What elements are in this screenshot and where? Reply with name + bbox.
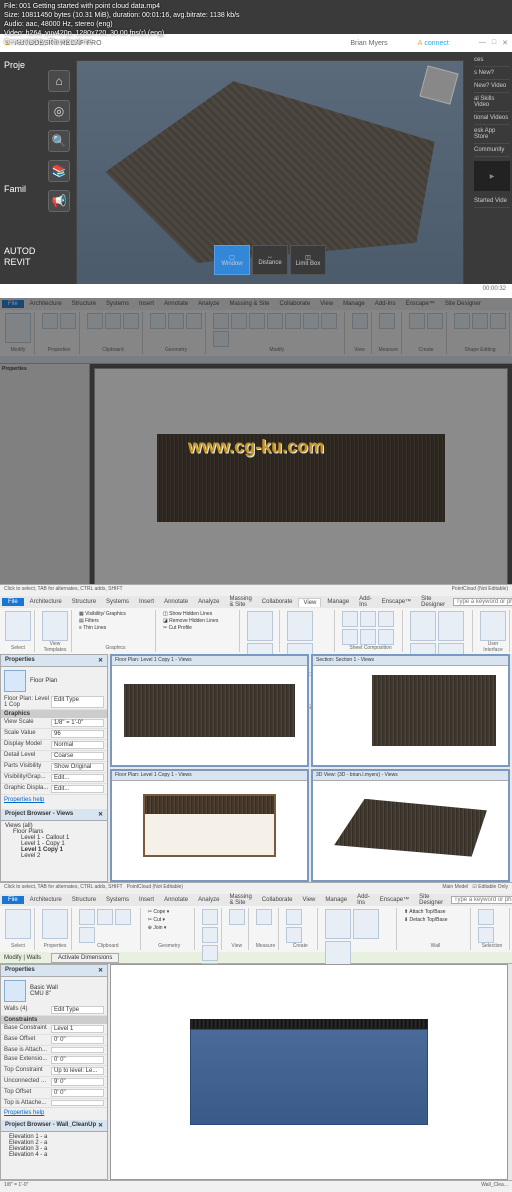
instance-select[interactable]: Walls (4) bbox=[4, 1006, 51, 1014]
layers-icon[interactable]: 📚 bbox=[48, 160, 70, 182]
remove-hidden-button[interactable]: ◪ Remove Hidden Lines bbox=[163, 618, 218, 624]
properties-help-link[interactable]: Properties help bbox=[1, 795, 107, 805]
close-icon[interactable]: ✕ bbox=[98, 1122, 103, 1129]
connect-link[interactable]: connect bbox=[424, 40, 449, 47]
distance-tool[interactable]: ↔Distance bbox=[252, 245, 288, 275]
globe-icon[interactable]: ◎ bbox=[48, 100, 70, 122]
revit-ribbon-4: Select Properties Clipboard ✂ Cope ▾ ✂ C… bbox=[0, 906, 512, 952]
file-menu[interactable]: File bbox=[2, 300, 24, 308]
recap-right-panel: ces s New? New? Video al Skills Video ti… bbox=[472, 52, 512, 312]
revit-menubar: File Architecture Structure Systems Inse… bbox=[0, 298, 512, 310]
tree-item[interactable]: Level 2 bbox=[5, 853, 103, 859]
wall-icon bbox=[4, 980, 26, 1002]
revit-elevation-canvas[interactable] bbox=[110, 964, 508, 1180]
options-bar: Modify | Walls Activate Dimensions bbox=[0, 952, 512, 964]
announce-icon[interactable]: 📢 bbox=[48, 190, 70, 212]
thin-lines-button[interactable]: ≡ Thin Lines bbox=[79, 625, 106, 631]
point-cloud-render bbox=[87, 71, 453, 273]
3d-view-button[interactable] bbox=[287, 611, 313, 641]
statusbar-4: 1/8" = 1'-0" Wall_Clea... bbox=[0, 1180, 512, 1192]
filters-button[interactable]: ▤ Filters bbox=[79, 618, 99, 624]
recap-statusbar: 00:00:32 bbox=[0, 284, 512, 298]
edit-profile-button[interactable] bbox=[325, 909, 351, 939]
reset-profile-button[interactable] bbox=[353, 909, 379, 939]
search-icon[interactable]: 🔍 bbox=[48, 130, 70, 152]
limitbox-tool[interactable]: ◫Limit Box bbox=[290, 245, 326, 275]
modify-button[interactable] bbox=[5, 909, 31, 939]
modify-button[interactable] bbox=[5, 611, 31, 641]
family-label: Famil bbox=[0, 182, 38, 196]
properties-title: Properties bbox=[5, 657, 35, 664]
attach-button[interactable]: ⬆ Attach Top/Base bbox=[404, 909, 446, 915]
close-icon[interactable]: ✕ bbox=[98, 811, 103, 818]
properties-panel-dim: Properties bbox=[0, 364, 90, 584]
viewport-grid: Floor Plan: Level 1 Copy 1 - Views Secti… bbox=[110, 654, 510, 882]
modify-button[interactable] bbox=[5, 313, 31, 343]
revit-4view-panel: File Architecture Structure Systems Inse… bbox=[0, 596, 512, 894]
close-icon[interactable]: ✕ bbox=[98, 967, 103, 974]
browser-title: Project Browser - Views bbox=[5, 811, 73, 818]
section-view[interactable]: Section: Section 1 - Views bbox=[311, 654, 510, 767]
autodesk-a-icon: A bbox=[418, 40, 423, 47]
show-hidden-button[interactable]: ◫ Show Hidden Lines bbox=[163, 611, 212, 617]
minimize-button[interactable]: — bbox=[479, 39, 486, 47]
revit-ribbon-3: Select View Templates ▦ Visibility/ Grap… bbox=[0, 608, 512, 654]
floorplan-view[interactable]: Floor Plan: Level 1 Copy 1 - Views bbox=[110, 654, 309, 767]
revit-menubar-3: File Architecture Structure Systems Inse… bbox=[0, 596, 512, 608]
properties-panel: Properties ✕ Floor Plan Floor Plan: Level… bbox=[0, 654, 108, 882]
window-tool[interactable]: ▢Window bbox=[214, 245, 250, 275]
revit-dimmed-panel: File Architecture Structure Systems Inse… bbox=[0, 298, 512, 596]
floorplan-view-2[interactable]: Floor Plan: Level 1 Copy 1 - Views bbox=[110, 769, 309, 882]
cut-profile-button[interactable]: ✂ Cut Profile bbox=[163, 625, 192, 631]
activate-dimensions-button[interactable]: Activate Dimensions bbox=[51, 953, 119, 963]
switch-windows-button[interactable] bbox=[410, 611, 436, 641]
project-label: Proje bbox=[0, 58, 38, 72]
play-icon[interactable]: ▶ bbox=[474, 161, 510, 191]
revit-menubar-4: File Architecture Structure Systems Inse… bbox=[0, 894, 512, 906]
recap-3d-viewport[interactable]: ▢Window ↔Distance ◫Limit Box bbox=[76, 60, 464, 304]
revit-canvas-dim[interactable] bbox=[94, 368, 508, 588]
vis-graphics-button[interactable]: ▦ Visibility/ Graphics bbox=[79, 611, 126, 617]
timestamp: 00:00:32 bbox=[483, 286, 506, 296]
revit-wall-panel: File Architecture Structure Systems Inse… bbox=[0, 894, 512, 1192]
close-icon[interactable]: ✕ bbox=[98, 657, 103, 664]
home-icon[interactable]: ⌂ bbox=[48, 70, 70, 92]
watermark-text: www.cg-ku.com bbox=[188, 437, 324, 458]
properties-help-link[interactable]: Properties help bbox=[1, 1108, 107, 1118]
revit-brand-label: AUTOD REVIT bbox=[4, 246, 35, 268]
close-button[interactable]: ✕ bbox=[502, 39, 508, 47]
instance-select[interactable]: Floor Plan: Level 1 Cop bbox=[4, 696, 51, 708]
file-menu[interactable]: File bbox=[2, 598, 24, 606]
recap-pro-panel: File: 001 Getting started with point clo… bbox=[0, 0, 512, 298]
floorplan-icon bbox=[4, 670, 26, 692]
search-input[interactable] bbox=[451, 896, 512, 904]
user-interface-button[interactable] bbox=[480, 611, 506, 641]
close-hidden-button[interactable] bbox=[438, 611, 464, 641]
3d-view[interactable]: 3D View: {3D - brian.l.myers} - Views bbox=[311, 769, 510, 882]
edit-type-button[interactable]: Edit Type bbox=[51, 696, 104, 708]
file-menu[interactable]: File bbox=[2, 896, 24, 904]
file-metadata: File: 001 Getting started with point clo… bbox=[4, 2, 240, 47]
properties-panel-4: Properties✕ Basic WallCMU 8" Walls (4)Ed… bbox=[0, 964, 108, 1180]
recap-user[interactable]: Brian Myers bbox=[350, 40, 387, 47]
tree-item[interactable]: Elevation 4 - a bbox=[9, 1152, 99, 1158]
viewcube-icon[interactable] bbox=[419, 65, 458, 104]
view-templates-button[interactable] bbox=[42, 611, 68, 641]
edit-type-button[interactable]: Edit Type bbox=[51, 1006, 104, 1014]
search-input[interactable] bbox=[453, 598, 512, 606]
maximize-button[interactable]: □ bbox=[492, 39, 496, 47]
recap-left-strip: Proje Famil bbox=[0, 52, 38, 312]
revit-ribbon: Modify Properties Clipboard Geometry Mod… bbox=[0, 310, 512, 356]
type-label: Floor Plan bbox=[30, 678, 57, 684]
wall-point-cloud bbox=[190, 1019, 428, 1126]
recap-nav-tools: ⌂ ◎ 🔍 📚 📢 bbox=[48, 70, 70, 212]
render-button[interactable] bbox=[247, 611, 273, 641]
detach-button[interactable]: ⬇ Detach Top/Base bbox=[404, 917, 448, 923]
